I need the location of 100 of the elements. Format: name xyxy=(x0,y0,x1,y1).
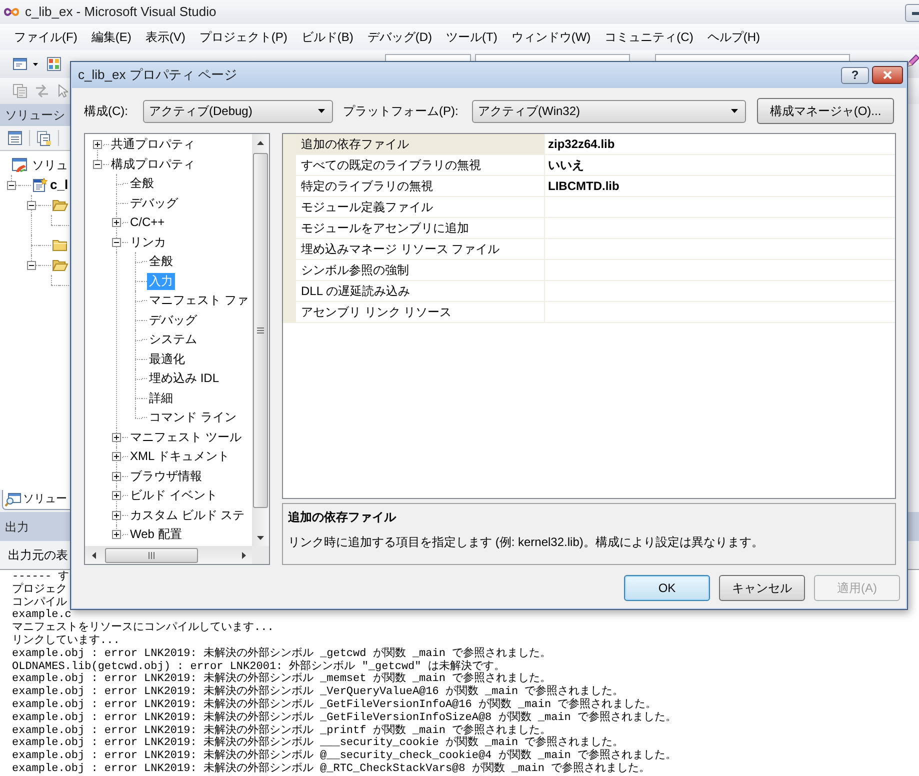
tree-item[interactable]: ビルド イベント xyxy=(128,487,220,504)
tree-item[interactable]: マニフェスト ツール xyxy=(128,428,244,446)
grid-icon[interactable] xyxy=(46,56,62,72)
expand-icon[interactable] xyxy=(112,530,121,540)
window-search-icon xyxy=(5,492,21,506)
tree-item[interactable]: ブラウザ情報 xyxy=(128,468,204,485)
output-line: example.obj : error LNK2019: 未解決の外部シンボル _VerQueryValueA@16 が関数 _main で参照されました。 xyxy=(12,686,624,698)
tree-item[interactable]: C/C++ xyxy=(128,214,167,232)
expand-icon[interactable] xyxy=(112,452,121,462)
pointer-icon[interactable] xyxy=(58,84,68,98)
output-line: プロジェク xyxy=(12,584,67,597)
expand-icon[interactable] xyxy=(112,510,121,520)
expand-icon[interactable] xyxy=(112,472,121,481)
description-title: 追加の依存ファイル xyxy=(288,509,396,525)
scrollbar-thumb[interactable] xyxy=(253,153,268,508)
dialog-title: c_lib_ex プロパティ ページ xyxy=(78,66,237,84)
app-logo-icon xyxy=(3,6,20,18)
dropdown-arrow-icon[interactable] xyxy=(318,109,325,113)
property-name-cell[interactable]: 追加の依存ファイル xyxy=(296,134,545,154)
collapse-icon[interactable] xyxy=(27,200,36,210)
expand-icon[interactable] xyxy=(112,432,121,442)
dropdown[interactable]: アクティブ(Win32) xyxy=(472,100,746,122)
panel-header: ソリューシ xyxy=(0,104,70,126)
collapse-icon[interactable] xyxy=(93,160,102,169)
scroll-left-arrow-icon[interactable] xyxy=(92,552,96,558)
menu-item[interactable]: コミュニティ(C) xyxy=(598,28,700,46)
menu-item[interactable]: ビルド(B) xyxy=(294,28,360,46)
output-line: example.obj : error LNK2019: 未解決の外部シンボル ___security_cookie が関数 _main で参照されました。 xyxy=(12,737,624,750)
menu-item[interactable]: ヘルプ(H) xyxy=(700,28,767,46)
source-label: 出力元の表 xyxy=(8,547,68,564)
tree-item[interactable]: ソリュ xyxy=(32,156,68,174)
collapse-icon[interactable] xyxy=(112,238,121,247)
tree-item[interactable]: 構成プロパティ xyxy=(109,156,197,173)
scrollbar-thumb[interactable] xyxy=(105,548,198,562)
tree-item[interactable]: Web 配置 xyxy=(128,526,184,544)
scroll-up-arrow-icon[interactable] xyxy=(257,140,264,144)
menu-item[interactable]: プロジェクト(P) xyxy=(192,28,294,46)
tree-item[interactable]: リンカ xyxy=(128,234,168,251)
expand-icon[interactable] xyxy=(112,491,121,500)
output-line: example.obj : error LNK2019: 未解決の外部シンボル _GetFileVersionInfoA@16 が関数 _main で参照されました。 xyxy=(12,698,657,711)
dialog-button[interactable]: OK xyxy=(624,575,710,601)
collapse-icon[interactable] xyxy=(7,180,16,190)
collapse-icon[interactable] xyxy=(27,260,36,270)
panel-tab[interactable]: ソリュー xyxy=(2,490,70,510)
window-chart-icon xyxy=(12,157,28,173)
tree-item[interactable]: 全般 xyxy=(128,175,156,192)
output-line: example.obj : error LNK2019: 未解決の外部シンボル _GetFileVersionInfoSizeA@8 が関数 _main で参照されました。 xyxy=(12,712,676,724)
output-line: OLDNAMES.lib(getcwd.obj) : error LNK2001: 外部シンボル "_getcwd" は未解決です。 xyxy=(12,660,505,673)
scroll-down-arrow-icon[interactable] xyxy=(257,536,264,540)
tree-item[interactable]: コマンド ライン xyxy=(147,409,238,426)
tree-item[interactable]: システム xyxy=(147,331,199,348)
menu-item[interactable]: ファイル(F) xyxy=(7,28,84,46)
pencil-icon[interactable] xyxy=(906,52,919,68)
dropdown-arrow-icon[interactable] xyxy=(731,109,738,113)
menu-item[interactable]: ツール(T) xyxy=(439,28,504,46)
close-button[interactable] xyxy=(872,66,903,84)
menu-item[interactable]: ウィンドウ(W) xyxy=(504,28,598,46)
tree-item[interactable]: XML ドキュメント xyxy=(128,448,232,466)
expand-icon[interactable] xyxy=(93,140,102,150)
output-line: example.obj : error LNK2019: 未解決の外部シンボル _memset が関数 _main で参照されました。 xyxy=(12,673,552,686)
tree-item[interactable]: デバッグ xyxy=(147,312,199,329)
documents-icon[interactable] xyxy=(36,130,52,146)
dialog-button[interactable]: キャンセル xyxy=(719,575,805,601)
field-label: プラットフォーム(P): xyxy=(343,103,460,120)
window-icon[interactable] xyxy=(12,56,28,72)
property-value-cell[interactable]: zip32z64.lib xyxy=(545,134,895,154)
minimize-icon xyxy=(912,12,919,14)
output-line: リンクしています... xyxy=(12,634,120,648)
output-line: example.c xyxy=(12,609,72,622)
tree-item[interactable]: 埋め込み IDL xyxy=(147,370,222,388)
output-line: マニフェストをリソースにコンパイルしています... xyxy=(12,622,274,634)
grip-icon xyxy=(148,552,155,558)
tree-item[interactable]: 全般 xyxy=(147,253,175,270)
expand-icon[interactable] xyxy=(112,218,121,228)
field-label: 構成(C): xyxy=(84,103,129,120)
tree-item[interactable]: デバッグ xyxy=(128,194,180,212)
tree-item[interactable]: 共通プロパティ xyxy=(109,136,197,154)
menu-item[interactable]: 表示(V) xyxy=(138,28,192,46)
caret-icon[interactable] xyxy=(33,62,38,66)
scrollbar-corner xyxy=(252,546,269,564)
configuration-manager-button[interactable]: 構成マネージャ(O)... xyxy=(757,98,894,124)
output-line: example.obj : error LNK2019: 未解決の外部シンボル _getcwd が関数 _main で参照されました。 xyxy=(12,648,552,660)
help-button[interactable]: ? xyxy=(841,66,869,84)
window-title: c_lib_ex - Microsoft Visual Studio xyxy=(25,3,216,22)
close-icon xyxy=(883,71,892,79)
dropdown[interactable]: アクティブ(Debug) xyxy=(143,100,333,122)
properties-icon[interactable] xyxy=(7,130,23,146)
property-value-cell[interactable]: いいえ xyxy=(545,155,895,175)
tree-item[interactable]: 最適化 xyxy=(147,350,187,368)
menu-item[interactable]: 編集(E) xyxy=(84,28,138,46)
minimize-button[interactable] xyxy=(905,4,919,22)
output-line: example.obj : error LNK2019: 未解決の外部シンボル @_RTC_CheckStackVars@8 が関数 _main で参照されました。 xyxy=(12,762,650,776)
tree-item[interactable]: 詳細 xyxy=(147,390,175,407)
menu-item[interactable]: デバッグ(D) xyxy=(360,28,439,46)
tree-item[interactable]: マニフェスト ファ xyxy=(147,292,250,310)
tree-item[interactable]: c_l xyxy=(50,175,68,195)
output-line: コンパイル xyxy=(12,596,67,609)
grip-icon xyxy=(257,327,264,334)
scroll-right-arrow-icon[interactable] xyxy=(242,552,246,558)
property-value-cell[interactable]: LIBCMTD.lib xyxy=(545,176,895,196)
